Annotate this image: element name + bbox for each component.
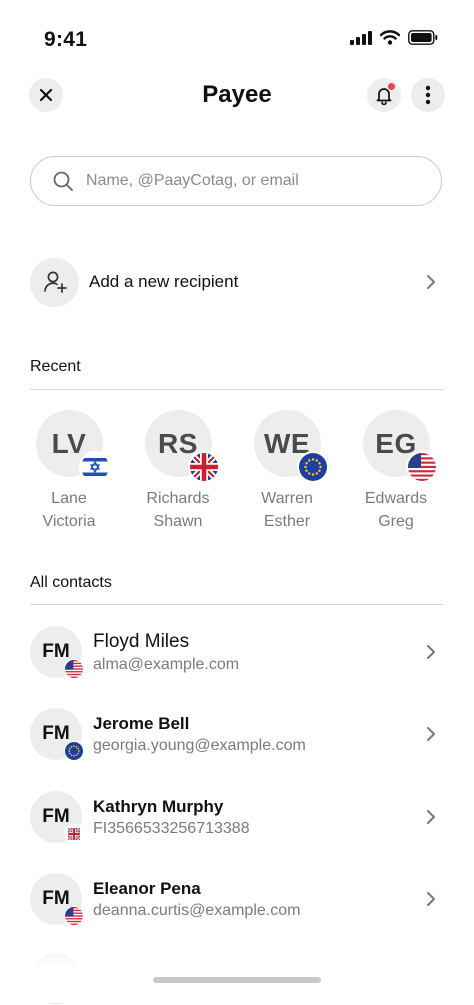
recent-contact[interactable]: LV Lane Victoria <box>24 410 114 533</box>
cellular-signal-icon <box>350 30 372 45</box>
contact-detail: deanna.curtis@example.com <box>93 901 301 919</box>
more-vertical-icon <box>425 85 431 105</box>
recent-contact[interactable]: RS Richards Shawn <box>133 410 223 533</box>
avatar: FM <box>30 626 84 679</box>
recent-contact[interactable]: WE Warren Esther <box>242 410 332 533</box>
avatar: FM <box>30 791 84 844</box>
status-time: 9:41 <box>44 28 88 51</box>
recent-first-name: Warren <box>261 490 313 507</box>
usa-flag-icon <box>405 451 438 483</box>
page-title: Payee <box>202 81 272 108</box>
avatar-initials: FM <box>42 888 70 909</box>
recent-first-name: Richards <box>146 490 210 507</box>
add-recipient-avatar <box>30 257 79 307</box>
avatar: RS <box>144 410 220 483</box>
add-recipient-label: Add a new recipient <box>89 272 239 291</box>
notification-dot <box>388 83 395 90</box>
uk-flag-icon <box>187 451 220 483</box>
chevron-right-icon <box>427 892 435 906</box>
recent-last-name: Esther <box>263 513 311 530</box>
contact-detail: FI3566533256713388 <box>93 819 250 837</box>
avatar: WE <box>253 410 329 483</box>
contact-detail: alma@example.com <box>93 655 240 673</box>
avatar-initials: FM <box>42 806 70 827</box>
chevron-right-icon <box>427 645 435 659</box>
avatar: FM <box>30 873 84 926</box>
usa-flag-icon <box>64 906 84 926</box>
israel-flag-icon <box>78 451 111 483</box>
recent-last-name: Victoria <box>42 513 96 530</box>
contact-row[interactable]: FM Floyd Miles alma@example.com <box>30 624 444 680</box>
contacts-divider <box>30 604 444 605</box>
search-bar[interactable] <box>30 156 442 206</box>
contact-name: Kathryn Murphy <box>93 796 224 816</box>
more-options-button[interactable] <box>411 78 445 112</box>
eu-flag-icon <box>64 741 84 761</box>
avatar: EG <box>362 410 438 483</box>
chevron-right-icon <box>427 810 435 824</box>
eu-flag-icon <box>296 451 329 483</box>
contact-row[interactable]: FM Jerome Bell georgia.young@example.com <box>30 706 444 762</box>
scroll-fade <box>0 940 474 1003</box>
recent-first-name: Edwards <box>364 490 428 507</box>
wifi-icon <box>380 30 400 45</box>
contact-name: Jerome Bell <box>93 713 190 733</box>
recent-contact[interactable]: EG Edwards Greg <box>351 410 441 533</box>
contact-row[interactable]: FM Kathryn Murphy FI3566533256713388 <box>30 789 444 845</box>
status-icons <box>350 30 438 45</box>
chevron-right-icon <box>427 727 435 741</box>
contacts-section-title: All contacts <box>30 574 112 591</box>
recent-section-title: Recent <box>30 358 81 375</box>
recent-divider <box>30 389 444 390</box>
chevron-right-icon <box>427 275 435 289</box>
recent-first-name: Lane <box>51 490 87 507</box>
contact-detail: georgia.young@example.com <box>93 736 306 754</box>
search-icon <box>53 171 73 191</box>
recent-last-name: Greg <box>378 513 414 530</box>
contact-row[interactable]: FM Eleanor Pena deanna.curtis@example.co… <box>30 871 444 927</box>
recent-last-name: Shawn <box>153 513 203 530</box>
notifications-button[interactable] <box>367 78 401 112</box>
usa-flag-icon <box>64 659 84 679</box>
avatar: FM <box>30 708 84 761</box>
avatar: LV <box>35 410 111 483</box>
search-input[interactable] <box>84 171 418 191</box>
contact-name: Floyd Miles <box>93 630 190 652</box>
home-indicator[interactable] <box>153 977 321 983</box>
contact-name: Eleanor Pena <box>93 878 201 898</box>
add-user-icon <box>43 271 67 293</box>
avatar-initials: LV <box>51 427 87 459</box>
add-recipient-row[interactable]: Add a new recipient <box>30 257 444 307</box>
avatar-initials: FM <box>42 641 70 662</box>
uk-flag-icon <box>64 824 84 844</box>
avatar-initials: FM <box>42 723 70 744</box>
battery-icon <box>408 30 438 45</box>
